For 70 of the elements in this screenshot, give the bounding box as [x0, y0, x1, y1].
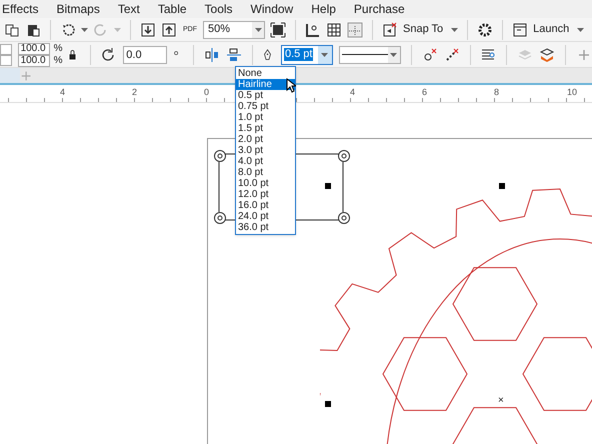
rotation-field[interactable]: 0.0 [123, 46, 168, 64]
selection-handle [325, 401, 331, 407]
guidelines-icon[interactable] [347, 22, 363, 38]
import-icon[interactable] [140, 22, 156, 38]
menu-item[interactable]: Tools [204, 0, 233, 18]
outline-width-dropdown[interactable]: 0.5 pt [280, 44, 333, 64]
list-option[interactable]: 1.0 pt [236, 112, 295, 123]
ruler-label: 8 [494, 86, 500, 99]
width-field[interactable] [0, 44, 12, 54]
list-option[interactable]: 3.0 pt [236, 145, 295, 156]
mirror-horizontal-icon[interactable] [204, 46, 220, 62]
list-option[interactable]: 0.75 pt [236, 101, 295, 112]
list-option[interactable]: 0.5 pt [236, 90, 295, 101]
caret-icon [81, 28, 88, 32]
node-delete-icon[interactable] [422, 46, 438, 62]
list-option[interactable]: 1.5 pt [236, 123, 295, 134]
height-field[interactable] [0, 54, 12, 66]
caret-icon [321, 52, 328, 56]
ruler-label: 10 [567, 86, 578, 99]
line-style-dropdown[interactable] [338, 46, 401, 64]
undo-icon[interactable] [60, 22, 76, 38]
caret-icon [577, 28, 584, 32]
snap-to-button[interactable]: Snap To [403, 21, 458, 38]
list-option[interactable]: 16.0 pt [236, 200, 295, 211]
window-icon[interactable] [512, 22, 528, 38]
selection-handle [499, 183, 505, 189]
launch-button[interactable]: Launch [533, 21, 584, 38]
text-wrap-icon[interactable] [480, 46, 496, 62]
caret-icon [390, 52, 398, 56]
break-apart-icon[interactable] [444, 46, 460, 62]
selection-handle [325, 183, 331, 189]
list-option[interactable]: 2.0 pt [236, 134, 295, 145]
list-option[interactable]: 4.0 pt [236, 156, 295, 167]
list-option[interactable]: 36.0 pt [236, 222, 295, 233]
ruler-label: 4 [60, 86, 66, 99]
export-icon[interactable] [161, 22, 177, 38]
list-option[interactable]: 12.0 pt [236, 189, 295, 200]
rulers-icon[interactable] [305, 22, 321, 38]
grid-icon[interactable] [326, 22, 342, 38]
settings-icon[interactable] [477, 22, 494, 38]
ruler-label: 0 [204, 86, 210, 99]
list-option[interactable]: 24.0 pt [236, 211, 295, 222]
ruler-label: 6 [422, 86, 428, 99]
ruler-label: 4 [350, 86, 356, 99]
center-mark: × [498, 396, 504, 406]
copy-icon[interactable] [4, 22, 20, 38]
menu-item[interactable]: Text [118, 0, 140, 18]
unit-label: % [54, 54, 62, 66]
caret-icon [451, 28, 458, 32]
layers-icon[interactable] [539, 46, 556, 62]
mirror-vertical-icon[interactable] [226, 46, 242, 62]
unit-label: % [54, 42, 62, 54]
menu-item[interactable]: Bitmaps [56, 0, 100, 18]
scale-x-field[interactable]: 100.0 [18, 42, 50, 54]
menu-item[interactable]: Table [158, 0, 187, 18]
list-option[interactable]: 8.0 pt [236, 167, 295, 178]
zoom-dropdown[interactable]: 50% [203, 20, 265, 38]
menu-item[interactable]: Purchase [354, 0, 405, 18]
menu-item[interactable]: Window [250, 0, 294, 18]
menu-item[interactable]: Effects [2, 0, 38, 18]
full-screen-icon[interactable] [270, 22, 286, 38]
menu-item[interactable]: Help [311, 0, 336, 18]
list-option[interactable]: None [236, 68, 295, 79]
ruler-label: 2 [132, 86, 138, 99]
snap-off-icon[interactable] [382, 22, 398, 38]
caret-icon [254, 28, 262, 32]
list-option[interactable]: 10.0 pt [236, 178, 295, 189]
list-option[interactable]: Hairline [236, 79, 295, 90]
caret-icon [114, 28, 121, 32]
scale-y-field[interactable]: 100.0 [18, 54, 50, 66]
